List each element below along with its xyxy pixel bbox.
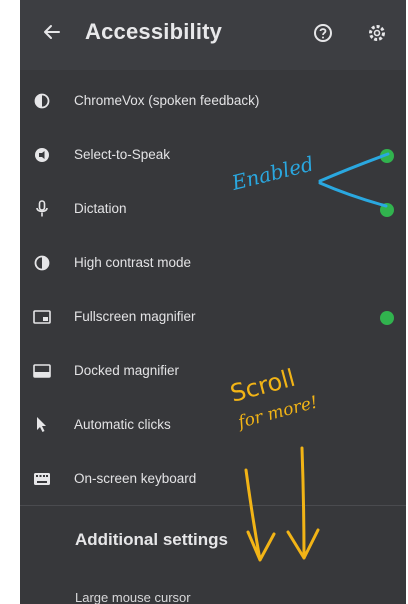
setting-row-high-contrast[interactable]: High contrast mode bbox=[20, 238, 406, 292]
setting-row-fullscreen-magnifier[interactable]: Fullscreen magnifier bbox=[20, 292, 406, 346]
setting-label: On-screen keyboard bbox=[74, 471, 197, 486]
enabled-indicator[interactable] bbox=[380, 311, 394, 325]
additional-settings-heading[interactable]: Additional settings bbox=[75, 530, 228, 550]
setting-row-chromevox[interactable]: ChromeVox (spoken feedback) bbox=[20, 76, 406, 130]
setting-label: Dictation bbox=[74, 201, 127, 216]
help-icon bbox=[314, 24, 332, 42]
section-divider bbox=[20, 505, 406, 506]
chromevox-icon bbox=[32, 91, 52, 111]
enabled-indicator[interactable] bbox=[380, 149, 394, 163]
gear-icon bbox=[369, 25, 385, 41]
keyboard-icon bbox=[32, 469, 52, 489]
help-button[interactable] bbox=[312, 22, 334, 44]
setting-label: Select-to-Speak bbox=[74, 147, 171, 162]
setting-label: Fullscreen magnifier bbox=[74, 309, 196, 324]
header-bar: Accessibility bbox=[20, 0, 406, 70]
enabled-indicator[interactable] bbox=[380, 203, 394, 217]
fullscreen-magnifier-icon bbox=[32, 307, 52, 327]
back-button[interactable] bbox=[40, 20, 64, 44]
page-title: Accessibility bbox=[85, 19, 223, 44]
contrast-icon bbox=[32, 253, 52, 273]
setting-row-docked-magnifier[interactable]: Docked magnifier bbox=[20, 346, 406, 400]
setting-label: High contrast mode bbox=[74, 255, 192, 270]
settings-button[interactable] bbox=[366, 22, 388, 44]
setting-label: Automatic clicks bbox=[74, 417, 171, 432]
microphone-icon bbox=[32, 199, 52, 219]
setting-row-automatic-clicks[interactable]: Automatic clicks bbox=[20, 400, 406, 454]
setting-row-select-to-speak[interactable]: Select-to-Speak bbox=[20, 130, 406, 184]
select-to-speak-icon bbox=[32, 145, 52, 165]
setting-row-on-screen-keyboard[interactable]: On-screen keyboard bbox=[20, 454, 406, 508]
settings-panel: Accessibility ChromeVox (spoken feedback… bbox=[20, 0, 406, 604]
arrow-back-icon bbox=[44, 25, 60, 39]
cursor-click-icon bbox=[32, 415, 52, 435]
docked-magnifier-icon bbox=[32, 361, 52, 381]
setting-row-dictation[interactable]: Dictation bbox=[20, 184, 406, 238]
setting-row-large-mouse-cursor[interactable]: Large mouse cursor bbox=[75, 590, 191, 604]
setting-label: ChromeVox (spoken feedback) bbox=[74, 93, 260, 108]
setting-label: Docked magnifier bbox=[74, 363, 180, 378]
